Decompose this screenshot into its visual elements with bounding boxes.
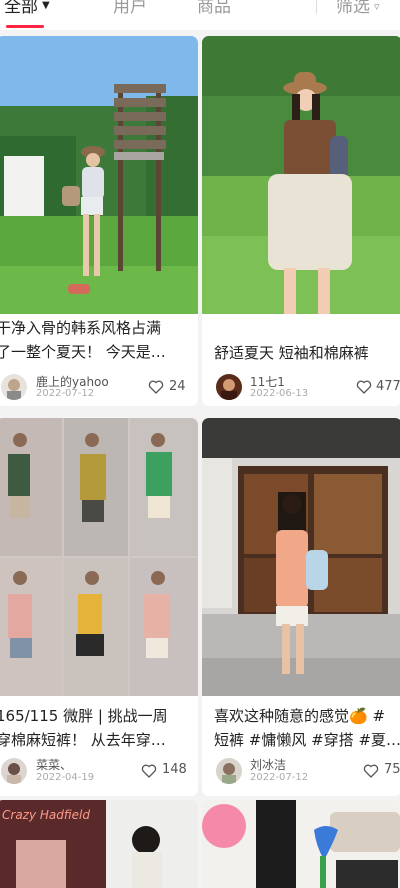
note-title-line-2: 了一整个夏天！ 今天是… [0, 343, 166, 361]
note-title-line-1: 165/115 微胖 | 挑战一周 [0, 707, 168, 725]
like-count: 24 [169, 379, 186, 394]
tab-products[interactable]: 商品 [197, 0, 231, 17]
post-date: 2022-07-12 [250, 772, 309, 783]
note-cover-image [202, 800, 400, 888]
heart-outline-icon[interactable] [363, 763, 379, 779]
note-cover-image: Crazy Hadfield [0, 800, 198, 888]
avatar[interactable] [216, 374, 242, 400]
tab-filter[interactable]: 筛选 [336, 0, 370, 17]
note-title-line-2: 短裤 #慵懒风 #穿搭 #夏… [214, 731, 400, 749]
post-date: 2022-06-13 [250, 388, 309, 399]
note-cover-image [202, 418, 400, 696]
note-card[interactable] [202, 800, 400, 888]
like-count: 148 [162, 762, 187, 777]
tab-all[interactable]: 全部 ▼ [4, 0, 50, 17]
heart-outline-icon[interactable] [356, 379, 372, 395]
post-date: 2022-07-12 [36, 388, 95, 399]
note-card[interactable]: 干净入骨的韩系风格占满 了一整个夏天！ 今天是… 鹿上的yahoo 2022-0… [0, 36, 198, 406]
heart-outline-icon[interactable] [148, 379, 164, 395]
avatar[interactable] [1, 374, 27, 400]
note-card[interactable]: Crazy Hadfield [0, 800, 198, 888]
note-card[interactable]: 165/115 微胖 | 挑战一周 穿棉麻短裤！ 从去年穿… 菜菜、 2022-… [0, 418, 198, 796]
note-cover-image [202, 36, 400, 314]
note-cover-image [0, 418, 198, 696]
note-card[interactable]: 喜欢这种随意的感觉🍊 # 短裤 #慵懒风 #穿搭 #夏… 刘冰洁 2022-07… [202, 418, 400, 796]
like-count: 75 [384, 762, 400, 777]
cover-sign-text: Crazy Hadfield [2, 808, 90, 822]
like-count: 477 [376, 379, 400, 394]
note-cover-image [0, 36, 198, 314]
search-tabbar: 全部 ▼ 用户 商品 筛选 ▿ [0, 0, 400, 30]
post-date: 2022-04-19 [36, 772, 95, 783]
avatar[interactable] [216, 758, 242, 784]
note-title-line-1: 干净入骨的韩系风格占满 [0, 319, 162, 337]
caret-down-icon: ▼ [42, 0, 50, 11]
author-name[interactable]: 菜菜、 [36, 756, 72, 773]
note-card[interactable]: 舒适夏天 短袖和棉麻裤 11七1 2022-06-13 477 [202, 36, 400, 406]
note-title-line-1: 舒适夏天 短袖和棉麻裤 [214, 344, 369, 362]
note-title-line-1: 喜欢这种随意的感觉🍊 # [214, 707, 386, 725]
active-tab-underline [6, 25, 44, 28]
avatar[interactable] [1, 758, 27, 784]
tab-users[interactable]: 用户 [113, 0, 147, 17]
note-title-line-2: 穿棉麻短裤！ 从去年穿… [0, 731, 166, 749]
filter-icon[interactable]: ▿ [374, 0, 380, 13]
tab-all-label: 全部 [4, 0, 38, 17]
author-name[interactable]: 刘冰洁 [250, 756, 286, 773]
heart-outline-icon[interactable] [141, 763, 157, 779]
divider [316, 0, 317, 14]
